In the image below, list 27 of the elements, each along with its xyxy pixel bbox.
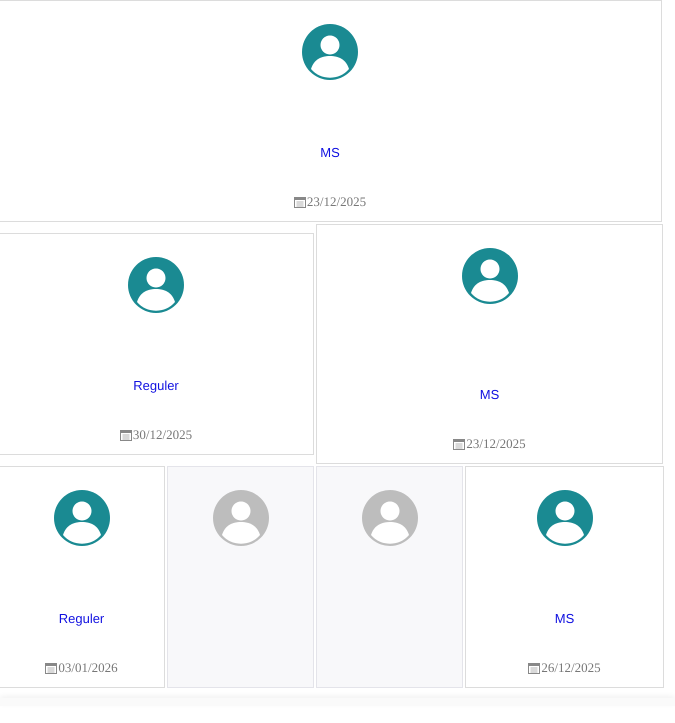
category-label: MS [554,611,574,626]
category-label: Reguler [133,378,179,393]
student-card[interactable]: MS 23/12/2025 [0,0,662,222]
student-card[interactable]: Reguler 30/12/2025 [0,233,314,455]
category-label: Reguler [58,611,104,626]
student-card[interactable]: MS 23/12/2025 [316,224,663,464]
student-card[interactable]: MS 26/12/2025 [465,466,664,688]
calendar-icon [120,429,132,441]
user-avatar-icon [462,248,518,304]
user-avatar-icon [128,257,184,313]
date-text: 30/12/2025 [132,427,192,443]
calendar-icon [45,662,58,674]
calendar-icon [453,438,466,450]
user-avatar-icon [536,490,592,546]
date-text: 23/12/2025 [306,194,366,210]
date-text: 23/12/2025 [466,436,526,452]
calendar-icon [294,196,306,208]
user-avatar-icon [302,24,358,80]
user-avatar-icon [54,490,110,546]
date-text: 26/12/2025 [541,660,601,676]
user-avatar-icon [362,490,418,546]
calendar-icon [528,662,540,674]
category-label: MS [480,387,500,402]
user-avatar-icon [212,490,268,546]
date-text: 03/01/2026 [58,660,118,676]
category-label: MS [320,145,340,160]
student-card[interactable]: Reguler 03/01/2026 [0,466,165,688]
